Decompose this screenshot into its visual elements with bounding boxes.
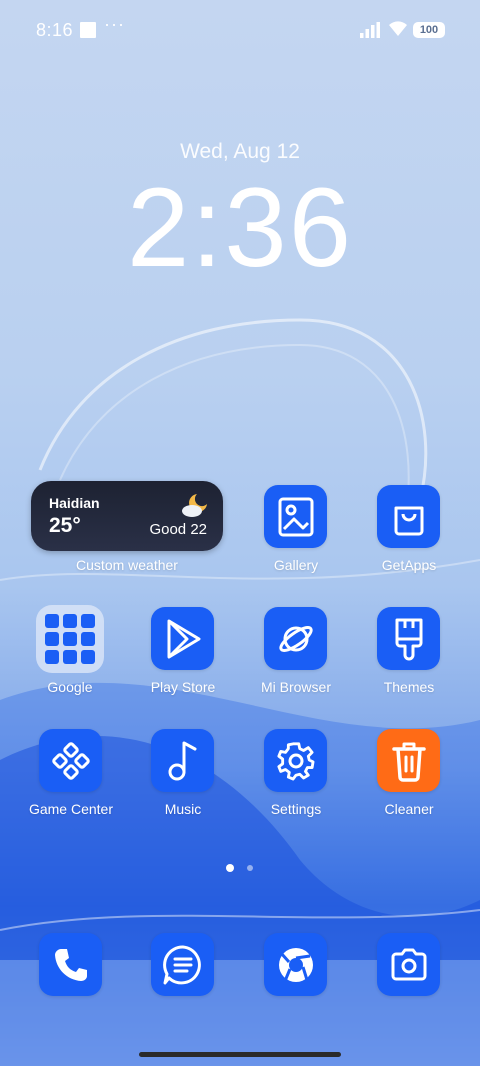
google-label: Google	[47, 679, 93, 695]
dock-camera-app[interactable]	[377, 933, 440, 996]
mi-browser-label: Mi Browser	[260, 679, 331, 695]
dock-browser-app[interactable]	[264, 933, 327, 996]
planet-icon	[278, 625, 313, 652]
paintbrush-icon	[395, 618, 422, 660]
getapps-label: GetApps	[381, 557, 437, 573]
weather-widget[interactable]: Haidian 25° Good 22	[31, 481, 223, 551]
weather-air-quality: Good 22	[149, 521, 207, 538]
page-dot	[247, 865, 253, 871]
status-bar: 8:16 ··· 100	[0, 0, 480, 60]
lockscreen-date: Wed, Aug 12	[180, 140, 300, 163]
shopping-bag-icon	[394, 506, 423, 535]
settings-label: Settings	[270, 801, 322, 817]
camera-icon	[391, 948, 426, 980]
cleaner-label: Cleaner	[384, 801, 434, 817]
play-store-label: Play Store	[150, 679, 216, 695]
notification-icon	[80, 22, 96, 38]
folder-app-icon	[45, 650, 59, 664]
gamepad-icon	[51, 741, 90, 780]
more-notifications-icon: ···	[104, 14, 125, 34]
gear-icon	[276, 741, 314, 780]
signal-icon	[360, 22, 380, 38]
folder-app-icon	[45, 614, 59, 628]
home-indicator[interactable]	[139, 1052, 341, 1057]
dock-messages-app[interactable]	[151, 933, 214, 996]
page-dot-active	[226, 864, 234, 872]
play-store-app[interactable]	[151, 607, 214, 670]
play-store-icon	[167, 619, 200, 658]
music-app[interactable]	[151, 729, 214, 792]
game-center-app[interactable]	[39, 729, 102, 792]
getapps-app[interactable]	[377, 485, 440, 548]
battery-icon: 100	[413, 22, 445, 38]
folder-app-icon	[63, 632, 77, 646]
gallery-icon	[278, 497, 313, 536]
lockscreen-clock: 2:36	[127, 165, 353, 290]
music-label: Music	[164, 801, 202, 817]
partly-cloudy-night-icon	[182, 494, 207, 517]
folder-app-icon	[45, 632, 59, 646]
weather-widget-label: Custom weather	[76, 557, 178, 573]
themes-app[interactable]	[377, 607, 440, 670]
themes-label: Themes	[383, 679, 435, 695]
messages-icon	[162, 944, 201, 984]
folder-app-icon	[63, 650, 77, 664]
music-note-icon	[168, 741, 196, 780]
dock-phone-app[interactable]	[39, 933, 102, 996]
folder-app-icon	[81, 650, 95, 664]
folder-app-icon	[63, 614, 77, 628]
mi-browser-app[interactable]	[264, 607, 327, 670]
google-folder[interactable]	[36, 605, 104, 673]
folder-app-icon	[81, 614, 95, 628]
settings-app[interactable]	[264, 729, 327, 792]
phone-icon	[54, 948, 87, 981]
status-time: 8:16	[36, 20, 74, 40]
weather-temperature: 25°	[49, 514, 81, 537]
trash-icon	[391, 742, 426, 782]
cleaner-app[interactable]	[377, 729, 440, 792]
game-center-label: Game Center	[28, 801, 114, 817]
folder-app-icon	[81, 632, 95, 646]
wifi-icon	[389, 21, 407, 36]
weather-city: Haidian	[49, 495, 100, 511]
gallery-app[interactable]	[264, 485, 327, 548]
gallery-label: Gallery	[273, 557, 319, 573]
chrome-icon	[278, 947, 313, 982]
